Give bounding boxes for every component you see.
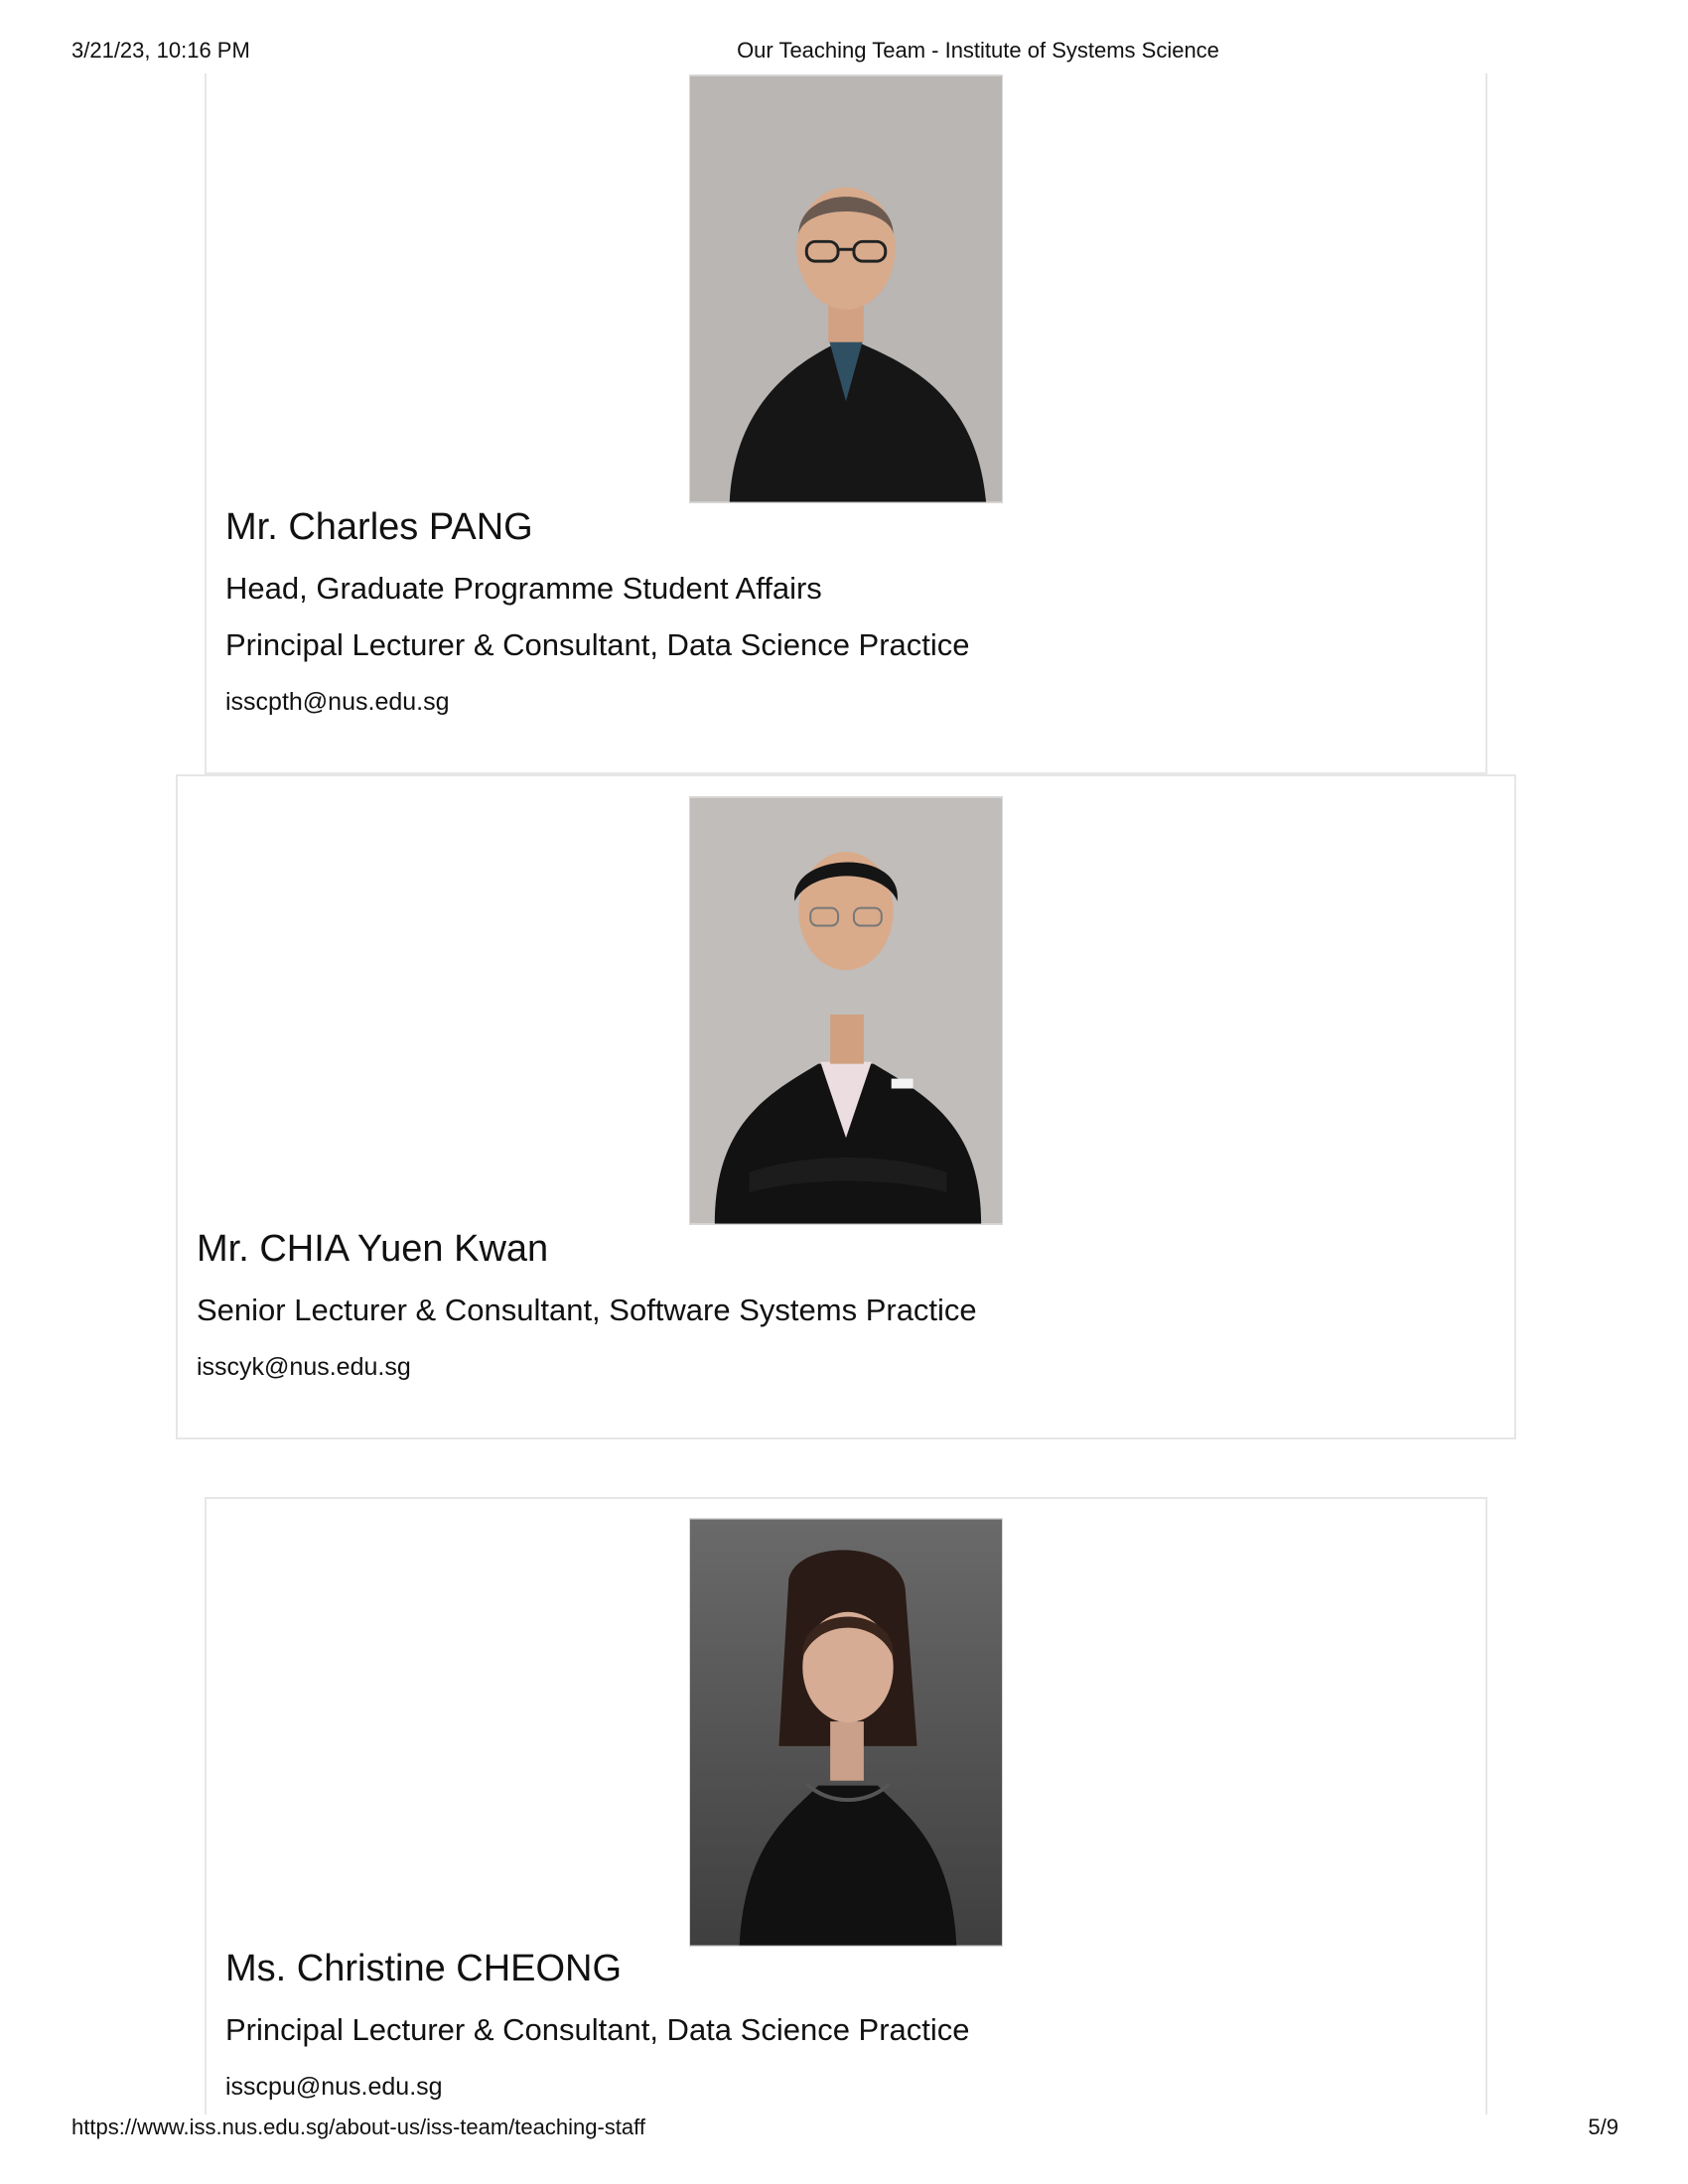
- staff-email-link[interactable]: isscpu@nus.edu.sg: [225, 2073, 443, 2102]
- staff-photo-chia-yuen-kwan: [689, 796, 1003, 1225]
- staff-role: Principal Lecturer & Consultant, Data Sc…: [225, 627, 970, 662]
- staff-role: Principal Lecturer & Consultant, Data Sc…: [225, 2012, 970, 2047]
- staff-email-link[interactable]: isscyk@nus.edu.sg: [197, 1353, 411, 1382]
- staff-role: Head, Graduate Programme Student Affairs: [225, 571, 822, 606]
- print-header: 3/21/23, 10:16 PM Our Teaching Team - In…: [0, 38, 1688, 77]
- print-footer: https://www.iss.nus.edu.sg/about-us/iss-…: [0, 2115, 1688, 2154]
- print-url: https://www.iss.nus.edu.sg/about-us/iss-…: [71, 2115, 645, 2139]
- staff-name: Mr. Charles PANG: [225, 506, 533, 548]
- staff-photo-charles-pang: [689, 74, 1003, 503]
- staff-name: Mr. CHIA Yuen Kwan: [197, 1228, 549, 1270]
- staff-email-link[interactable]: isscpth@nus.edu.sg: [225, 688, 450, 717]
- print-page-number: 5/9: [1588, 2115, 1618, 2139]
- staff-photo-christine-cheong: [689, 1518, 1003, 1947]
- staff-role: Senior Lecturer & Consultant, Software S…: [197, 1293, 977, 1327]
- print-page-title: Our Teaching Team - Institute of Systems…: [737, 38, 1219, 63]
- portrait-photo: [690, 797, 1002, 1224]
- portrait-photo: [690, 75, 1002, 502]
- portrait-photo: [690, 1519, 1002, 1946]
- staff-name: Ms. Christine CHEONG: [225, 1948, 623, 1989]
